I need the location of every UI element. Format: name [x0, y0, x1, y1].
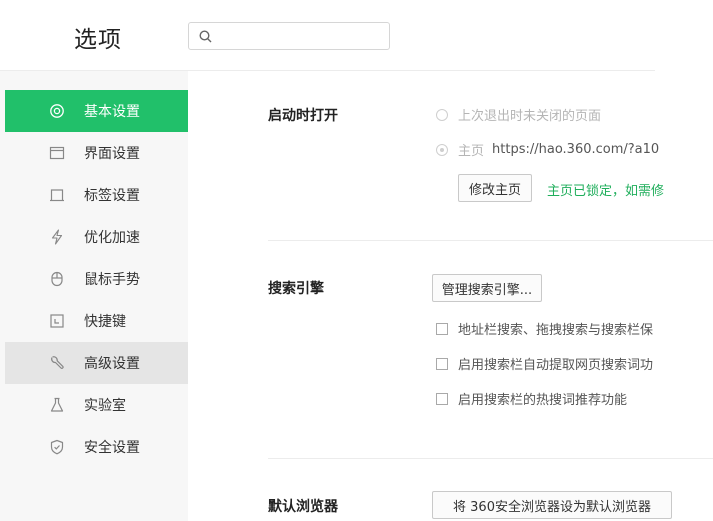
wrench-icon: [48, 354, 66, 372]
search-option-auto-extract[interactable]: 启用搜索栏自动提取网页搜索词功: [436, 354, 653, 373]
search-option-label: 启用搜索栏的热搜词推荐功能: [458, 393, 628, 408]
gear-icon: [48, 102, 66, 120]
search-input[interactable]: [219, 26, 383, 48]
sidebar-item-label: 实验室: [84, 398, 126, 414]
sidebar-item-optimize-speedup[interactable]: 优化加速: [5, 216, 188, 258]
radio-last-session[interactable]: [436, 108, 448, 121]
search-option-hot-words[interactable]: 启用搜索栏的热搜词推荐功能: [436, 389, 627, 408]
modify-homepage-button[interactable]: 修改主页: [458, 174, 532, 202]
startup-option-homepage-label: 主页: [458, 144, 485, 159]
sidebar-item-label: 安全设置: [84, 440, 140, 456]
sidebar-item-shortcut-keys[interactable]: 快捷键: [5, 300, 188, 342]
search-option-label: 启用搜索栏自动提取网页搜索词功: [458, 358, 654, 373]
sidebar-item-advanced-settings[interactable]: 高级设置: [5, 342, 188, 384]
top-bar: 选项: [0, 0, 713, 70]
startup-option-last-session-label: 上次退出时未关闭的页面: [458, 109, 602, 124]
sidebar-item-label: 基本设置: [84, 104, 140, 120]
sidebar: 基本设置 界面设置 标签设置 优化加速 鼠标手势 快捷键 高级设置 实验室 安全…: [0, 71, 188, 521]
startup-option-last-session[interactable]: 上次退出时未关闭的页面: [436, 105, 601, 124]
homepage-locked-text: 主页已锁定，如需修: [547, 184, 665, 199]
sidebar-item-mouse-gestures[interactable]: 鼠标手势: [5, 258, 188, 300]
sidebar-item-label: 标签设置: [84, 188, 140, 204]
sidebar-item-security-settings[interactable]: 安全设置: [5, 426, 188, 468]
startup-option-homepage[interactable]: 主页 https://hao.360.com/?a10: [436, 140, 659, 159]
search-engine-section-title: 搜索引擎: [268, 281, 324, 297]
sidebar-item-label: 界面设置: [84, 146, 140, 162]
checkbox-auto-extract[interactable]: [436, 357, 448, 370]
radio-homepage[interactable]: [436, 143, 448, 156]
checkbox-hot-words[interactable]: [436, 392, 448, 405]
shield-icon: [48, 438, 66, 456]
shortcut-key-icon: [48, 312, 66, 330]
flask-icon: [48, 396, 66, 414]
section-divider: [268, 240, 713, 241]
sidebar-item-laboratory[interactable]: 实验室: [5, 384, 188, 426]
sidebar-item-label: 快捷键: [84, 314, 126, 330]
sidebar-item-label: 鼠标手势: [84, 272, 140, 288]
search-option-label: 地址栏搜索、拖拽搜索与搜索栏保: [458, 323, 654, 338]
set-default-browser-button[interactable]: 将 360安全浏览器设为默认浏览器: [432, 491, 672, 519]
sidebar-item-tab-settings[interactable]: 标签设置: [5, 174, 188, 216]
page-title: 选项: [74, 27, 122, 53]
lightning-icon: [48, 228, 66, 246]
sidebar-item-label: 高级设置: [84, 356, 140, 372]
sidebar-item-interface-settings[interactable]: 界面设置: [5, 132, 188, 174]
search-box[interactable]: [188, 22, 390, 50]
window-icon: [48, 144, 66, 162]
startup-section-title: 启动时打开: [268, 108, 338, 124]
section-divider: [268, 458, 713, 459]
sidebar-item-basic-settings[interactable]: 基本设置: [5, 90, 188, 132]
tab-icon: [48, 186, 66, 204]
search-icon: [199, 30, 212, 43]
mouse-icon: [48, 270, 66, 288]
manage-search-engines-button[interactable]: 管理搜索引擎...: [432, 274, 542, 302]
settings-content: 启动时打开 上次退出时未关闭的页面 主页 https://hao.360.com…: [188, 71, 713, 521]
search-option-address-bar[interactable]: 地址栏搜索、拖拽搜索与搜索栏保: [436, 319, 653, 338]
sidebar-item-label: 优化加速: [84, 230, 140, 246]
default-browser-section-title: 默认浏览器: [268, 499, 338, 515]
homepage-url: https://hao.360.com/?a10: [492, 142, 660, 157]
checkbox-address-bar-search[interactable]: [436, 322, 448, 335]
